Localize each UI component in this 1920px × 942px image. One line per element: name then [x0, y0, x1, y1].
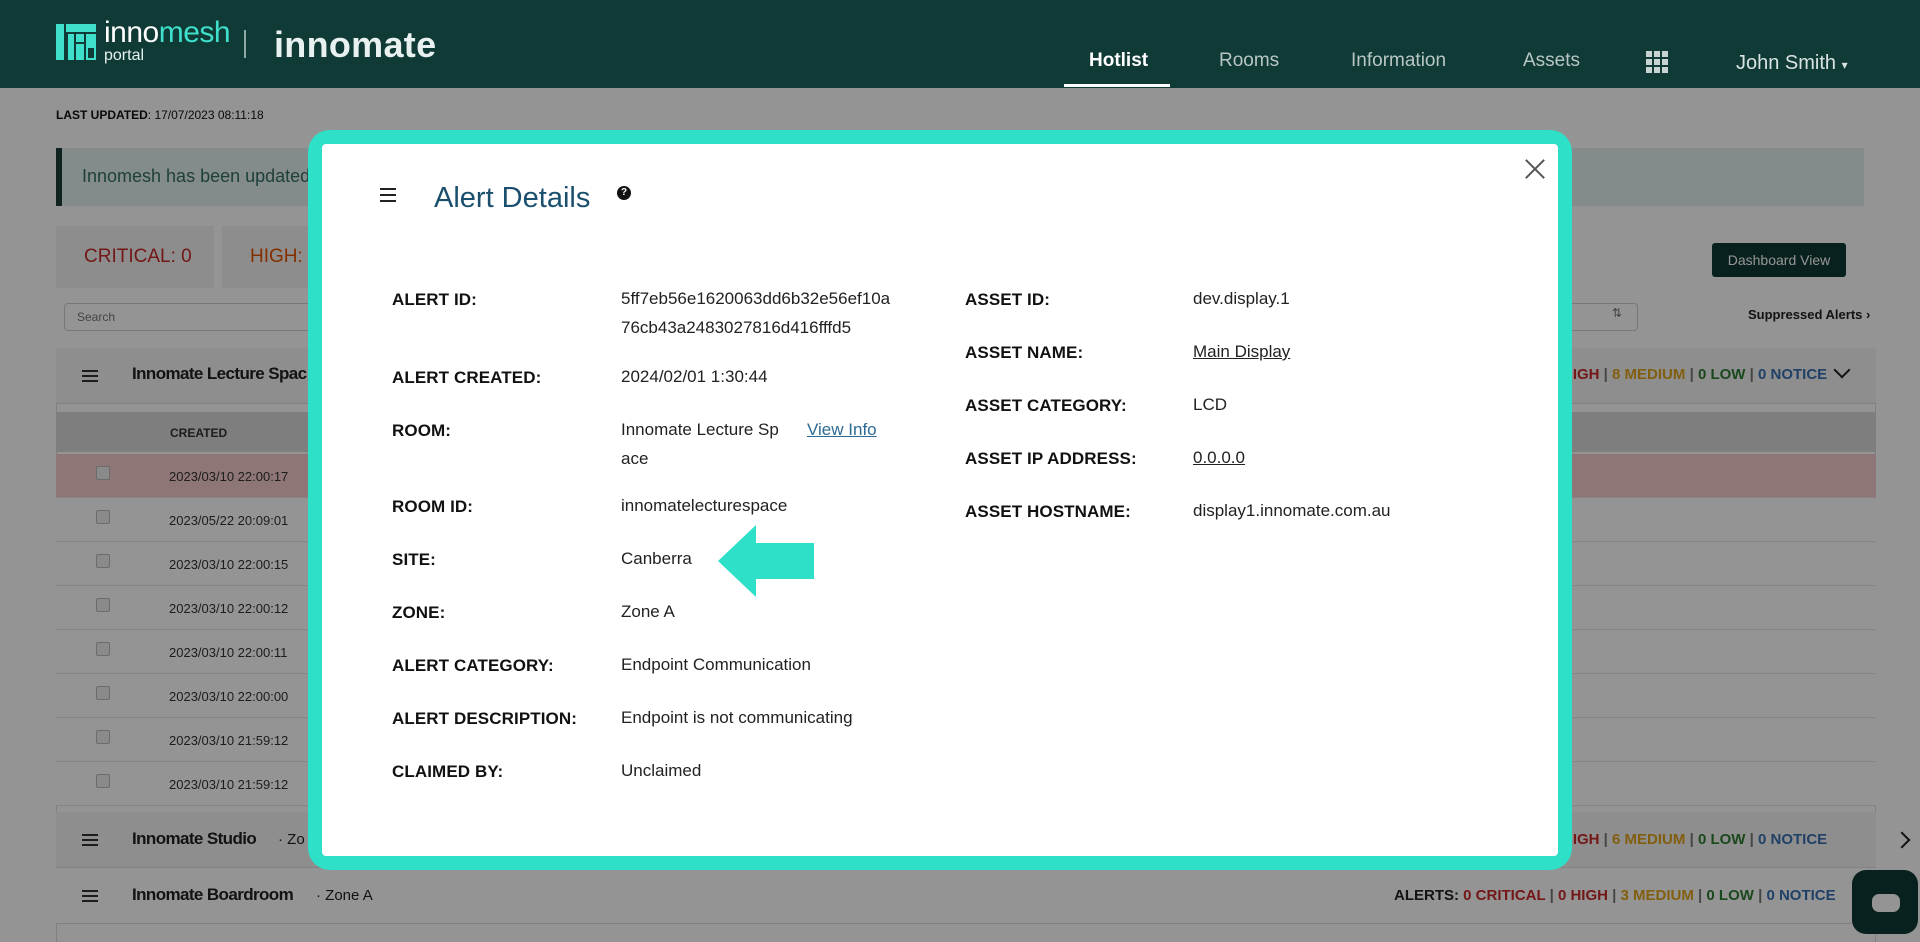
nav-active-indicator: [1064, 84, 1170, 87]
value-asset-hostname: display1.innomate.com.au: [1193, 501, 1391, 520]
top-nav: innomesh portal innomate Hotlist Rooms I…: [0, 0, 1920, 88]
user-name: John Smith: [1736, 52, 1837, 74]
value-asset-category: LCD: [1193, 395, 1228, 414]
brand-mesh: mesh: [158, 16, 231, 49]
user-menu[interactable]: John Smith ▾: [1736, 52, 1848, 75]
view-info-link[interactable]: View Info: [807, 415, 877, 444]
label-asset-name: ASSET NAME:: [965, 343, 1084, 362]
label-room-id: ROOM ID:: [392, 497, 474, 516]
label-alert-created: ALERT CREATED:: [392, 368, 542, 387]
value-asset-name[interactable]: Main Display: [1193, 337, 1290, 366]
help-icon[interactable]: ?: [617, 186, 631, 200]
brand-portal: portal: [104, 47, 145, 64]
label-asset-hostname: ASSET HOSTNAME:: [965, 502, 1131, 521]
value-alert-category: Endpoint Communication: [621, 655, 811, 674]
close-icon[interactable]: [1522, 156, 1548, 182]
value-alert-created: 2024/02/01 1:30:44: [621, 367, 768, 386]
label-zone: ZONE:: [392, 603, 446, 622]
value-site: Canberra: [621, 549, 692, 568]
modal-title: Alert Details: [434, 182, 591, 214]
apps-grid-icon[interactable]: [1646, 51, 1670, 73]
label-room: ROOM:: [392, 421, 452, 440]
nav-information[interactable]: Information: [1351, 50, 1446, 72]
label-site: SITE:: [392, 550, 436, 569]
value-alert-description: Endpoint is not communicating: [621, 708, 853, 727]
menu-icon[interactable]: [380, 188, 396, 202]
label-alert-description: ALERT DESCRIPTION:: [392, 709, 578, 728]
value-asset-id: dev.display.1: [1193, 289, 1290, 308]
brand-innomesh: innomesh portal: [104, 16, 231, 64]
label-asset-category: ASSET CATEGORY:: [965, 396, 1127, 415]
label-alert-id: ALERT ID:: [392, 290, 477, 309]
value-alert-id: 5ff7eb56e1620063dd6b32e56ef10a 76cb43a24…: [621, 289, 891, 337]
value-claimed-by: Unclaimed: [621, 761, 702, 780]
label-asset-id: ASSET ID:: [965, 290, 1050, 309]
value-room-id: innomatelecturespace: [621, 496, 788, 515]
label-asset-ip: ASSET IP ADDRESS:: [965, 449, 1137, 468]
brand-inno: inno: [104, 16, 159, 49]
brand-divider: [244, 30, 246, 58]
nav-rooms[interactable]: Rooms: [1219, 50, 1279, 72]
value-room: Innomate Lecture Sp ace: [621, 420, 779, 468]
caret-down-icon: ▾: [1841, 58, 1848, 72]
nav-assets[interactable]: Assets: [1523, 50, 1580, 72]
nav-hotlist[interactable]: Hotlist: [1089, 50, 1148, 72]
label-claimed-by: CLAIMED BY:: [392, 762, 504, 781]
alert-details-modal: Alert Details ? ALERT ID: 5ff7eb56e16200…: [322, 144, 1558, 856]
value-asset-ip[interactable]: 0.0.0.0: [1193, 443, 1245, 472]
brand-innomate: innomate: [274, 24, 437, 65]
innomesh-logo-icon: [56, 24, 96, 60]
label-alert-category: ALERT CATEGORY:: [392, 656, 554, 675]
value-zone: Zone A: [621, 602, 675, 621]
arrow-left-icon: [718, 525, 814, 597]
